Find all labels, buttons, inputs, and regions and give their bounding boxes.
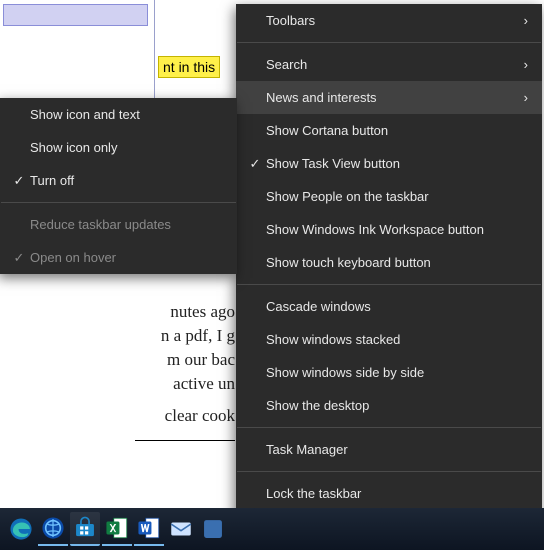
menu-label: Reduce taskbar updates: [30, 217, 223, 232]
bg-text-line: nutes ago: [135, 300, 235, 324]
menu-label: Show windows side by side: [266, 365, 528, 380]
menu-label: Show People on the taskbar: [266, 189, 528, 204]
menu-label: Show windows stacked: [266, 332, 528, 347]
store-icon: [72, 515, 98, 541]
menu-item-cortana[interactable]: Show Cortana button: [236, 114, 542, 147]
menu-label: Open on hover: [30, 250, 223, 265]
taskbar-app-edge[interactable]: [6, 512, 36, 546]
word-icon: [136, 515, 162, 541]
menu-label: Show the desktop: [266, 398, 528, 413]
menu-separator: [1, 202, 236, 203]
menu-item-task-manager[interactable]: Task Manager: [236, 433, 542, 466]
taskbar-app-mail[interactable]: [166, 512, 196, 546]
chevron-right-icon: ›: [514, 57, 528, 72]
menu-item-stacked[interactable]: Show windows stacked: [236, 323, 542, 356]
taskbar-app-browser[interactable]: [38, 512, 68, 546]
submenu-item-open-on-hover: ✓ Open on hover: [0, 241, 237, 274]
menu-item-search[interactable]: Search ›: [236, 48, 542, 81]
menu-label: Show Cortana button: [266, 123, 528, 138]
menu-label: Show icon and text: [30, 107, 223, 122]
submenu-item-icon-text[interactable]: Show icon and text: [0, 98, 237, 131]
bg-text-line: m our bac: [135, 348, 235, 372]
menu-label: Turn off: [30, 173, 223, 188]
bg-separator: [135, 440, 235, 441]
menu-separator: [237, 42, 541, 43]
taskbar-app-excel[interactable]: [102, 512, 132, 546]
menu-label: Toolbars: [266, 13, 514, 28]
bg-text-line: clear cook: [135, 406, 235, 426]
menu-item-side-by-side[interactable]: Show windows side by side: [236, 356, 542, 389]
taskbar[interactable]: [0, 508, 544, 550]
menu-label: Task Manager: [266, 442, 528, 457]
menu-label: Search: [266, 57, 514, 72]
chevron-right-icon: ›: [514, 90, 528, 105]
menu-item-lock-taskbar[interactable]: Lock the taskbar: [236, 477, 542, 510]
taskbar-app-store[interactable]: [70, 512, 100, 546]
submenu-item-icon-only[interactable]: Show icon only: [0, 131, 237, 164]
taskbar-app-word[interactable]: [134, 512, 164, 546]
menu-label: News and interests: [266, 90, 514, 105]
menu-separator: [237, 284, 541, 285]
menu-item-news-and-interests[interactable]: News and interests ›: [236, 81, 542, 114]
bg-highlighted-text: nt in this: [158, 56, 220, 78]
submenu-item-reduce-updates: Reduce taskbar updates: [0, 208, 237, 241]
submenu-item-turn-off[interactable]: ✓ Turn off: [0, 164, 237, 197]
menu-item-task-view[interactable]: ✓ Show Task View button: [236, 147, 542, 180]
menu-label: Lock the taskbar: [266, 486, 528, 501]
taskbar-app-generic[interactable]: [198, 512, 228, 546]
menu-label: Show Windows Ink Workspace button: [266, 222, 528, 237]
edge-icon: [8, 516, 34, 542]
menu-item-show-desktop[interactable]: Show the desktop: [236, 389, 542, 422]
menu-separator: [237, 471, 541, 472]
menu-label: Cascade windows: [266, 299, 528, 314]
menu-item-touch-keyboard[interactable]: Show touch keyboard button: [236, 246, 542, 279]
menu-item-ink-workspace[interactable]: Show Windows Ink Workspace button: [236, 213, 542, 246]
excel-icon: [104, 515, 130, 541]
taskbar-context-menu: Toolbars › Search › News and interests ›…: [236, 4, 542, 543]
menu-item-people[interactable]: Show People on the taskbar: [236, 180, 542, 213]
news-interests-submenu: Show icon and text Show icon only ✓ Turn…: [0, 98, 237, 274]
bg-paragraph: nutes ago n a pdf, I g m our bac active …: [135, 300, 235, 396]
check-icon: ✓: [8, 173, 30, 189]
check-icon: ✓: [8, 250, 30, 266]
app-icon: [200, 516, 226, 542]
menu-label: Show icon only: [30, 140, 223, 155]
bg-text-line: n a pdf, I g: [135, 324, 235, 348]
check-icon: ✓: [244, 156, 266, 172]
bg-paragraph-2: clear cook: [135, 406, 235, 426]
menu-label: Show touch keyboard button: [266, 255, 528, 270]
chevron-right-icon: ›: [514, 13, 528, 28]
menu-item-toolbars[interactable]: Toolbars ›: [236, 4, 542, 37]
mail-icon: [168, 516, 194, 542]
menu-separator: [237, 427, 541, 428]
menu-item-cascade[interactable]: Cascade windows: [236, 290, 542, 323]
menu-label: Show Task View button: [266, 156, 528, 171]
bg-highlight-stripe: [3, 4, 148, 26]
bg-text-line: active un: [135, 372, 235, 396]
browser-icon: [40, 515, 66, 541]
